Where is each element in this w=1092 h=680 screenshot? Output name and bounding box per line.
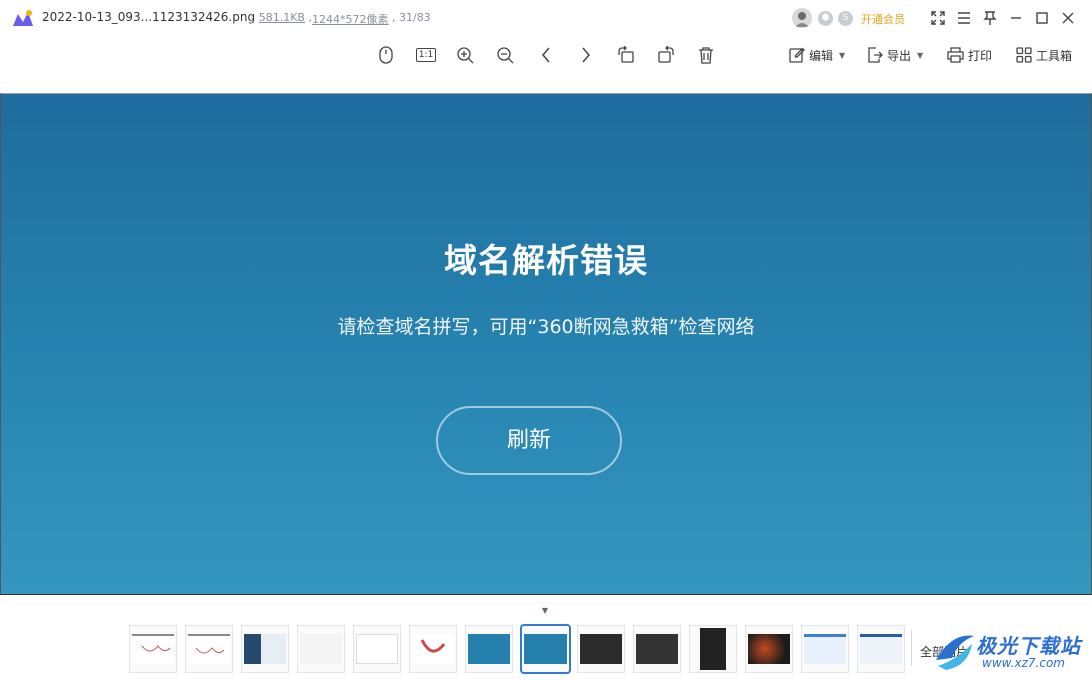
thumbnail[interactable]	[857, 625, 905, 673]
file-name: 2022-10-13_093...1123132426.png	[42, 10, 256, 24]
thumbnail[interactable]	[689, 625, 737, 673]
export-menu[interactable]: 导出 ▼	[867, 44, 923, 66]
edit-menu[interactable]: 编辑 ▼	[789, 44, 845, 66]
image-viewer-window: 2022-10-13_093...1123132426.png | 581.1K…	[0, 0, 1092, 680]
watermark-logo-icon	[936, 635, 974, 670]
zoom-in-icon[interactable]	[453, 44, 477, 66]
file-size[interactable]: 581.1KB	[259, 11, 305, 27]
image-canvas[interactable]: 域名解析错误 请检查域名拼写，可用“360断网急救箱”检查网络 刷新	[0, 93, 1092, 595]
thumbnail[interactable]	[745, 625, 793, 673]
vip-link[interactable]: 开通会员	[861, 11, 905, 27]
thumbnail[interactable]	[409, 625, 457, 673]
thumbnail[interactable]	[633, 625, 681, 673]
image-resolution[interactable]: 1244*572像素	[312, 11, 389, 27]
image-position: 31/83	[398, 11, 431, 24]
pin-icon[interactable]	[981, 9, 999, 27]
watermark: 极光下载站 www.xz7.com	[930, 624, 1092, 680]
rotate-left-icon[interactable]	[614, 44, 638, 66]
next-icon[interactable]	[574, 44, 598, 66]
avatar[interactable]	[792, 8, 812, 28]
print-icon	[947, 47, 964, 63]
thumbnail[interactable]	[241, 625, 289, 673]
chevron-down-icon: ▼	[839, 50, 846, 60]
hexagon-badge-icon[interactable]: ⬢	[818, 11, 833, 26]
s-badge-icon[interactable]: S	[838, 11, 853, 26]
watermark-title: 极光下载站	[976, 634, 1081, 658]
delete-icon[interactable]	[694, 44, 718, 66]
file-meta: | 581.1KB , 1244*572像素 , 31/83	[250, 11, 431, 27]
thumbnail[interactable]	[801, 625, 849, 673]
thumbnail[interactable]	[297, 625, 345, 673]
error-subtitle: 请检查域名拼写，可用“360断网急救箱”检查网络	[337, 316, 755, 338]
edit-label: 编辑	[809, 48, 834, 63]
collapse-filmstrip-button[interactable]: ▼	[529, 603, 561, 617]
thumbnail[interactable]	[185, 625, 233, 673]
menu-icon[interactable]	[955, 9, 973, 27]
export-label: 导出	[887, 48, 912, 63]
actual-size-button[interactable]: 1:1	[414, 44, 438, 66]
actual-size-icon: 1:1	[415, 48, 437, 62]
edit-icon	[789, 47, 805, 63]
previous-icon[interactable]	[534, 44, 558, 66]
toolbox-label: 工具箱	[1036, 48, 1073, 63]
print-label: 打印	[968, 48, 993, 63]
refresh-button: 刷新	[436, 406, 622, 475]
toolbox-icon	[1016, 47, 1032, 63]
toolbar: 1:1 编辑 ▼ 导出 ▼ 打印 工具箱	[0, 36, 1092, 93]
thumbnail[interactable]	[129, 625, 177, 673]
thumbnail-active[interactable]	[520, 624, 571, 674]
minimize-icon[interactable]	[1007, 9, 1025, 27]
maximize-icon[interactable]	[1033, 9, 1051, 27]
thumbnail[interactable]	[465, 625, 513, 673]
thumbnail[interactable]	[577, 625, 625, 673]
chevron-down-icon: ▼	[917, 50, 924, 60]
chevron-down-icon: ▼	[541, 605, 549, 615]
thumbnail[interactable]	[353, 625, 401, 673]
app-logo-icon	[13, 10, 33, 26]
zoom-out-icon[interactable]	[493, 44, 517, 66]
toolbox-button[interactable]: 工具箱	[1016, 44, 1072, 66]
fullscreen-icon[interactable]	[929, 9, 947, 27]
mouse-icon[interactable]	[374, 44, 398, 66]
close-icon[interactable]	[1059, 9, 1077, 27]
watermark-url: www.xz7.com	[982, 656, 1065, 670]
rotate-right-icon[interactable]	[654, 44, 678, 66]
export-icon	[868, 47, 883, 63]
print-button[interactable]: 打印	[947, 44, 992, 66]
error-title: 域名解析错误	[444, 241, 648, 280]
title-bar: 2022-10-13_093...1123132426.png | 581.1K…	[0, 0, 1092, 36]
filmstrip-divider	[911, 630, 912, 666]
